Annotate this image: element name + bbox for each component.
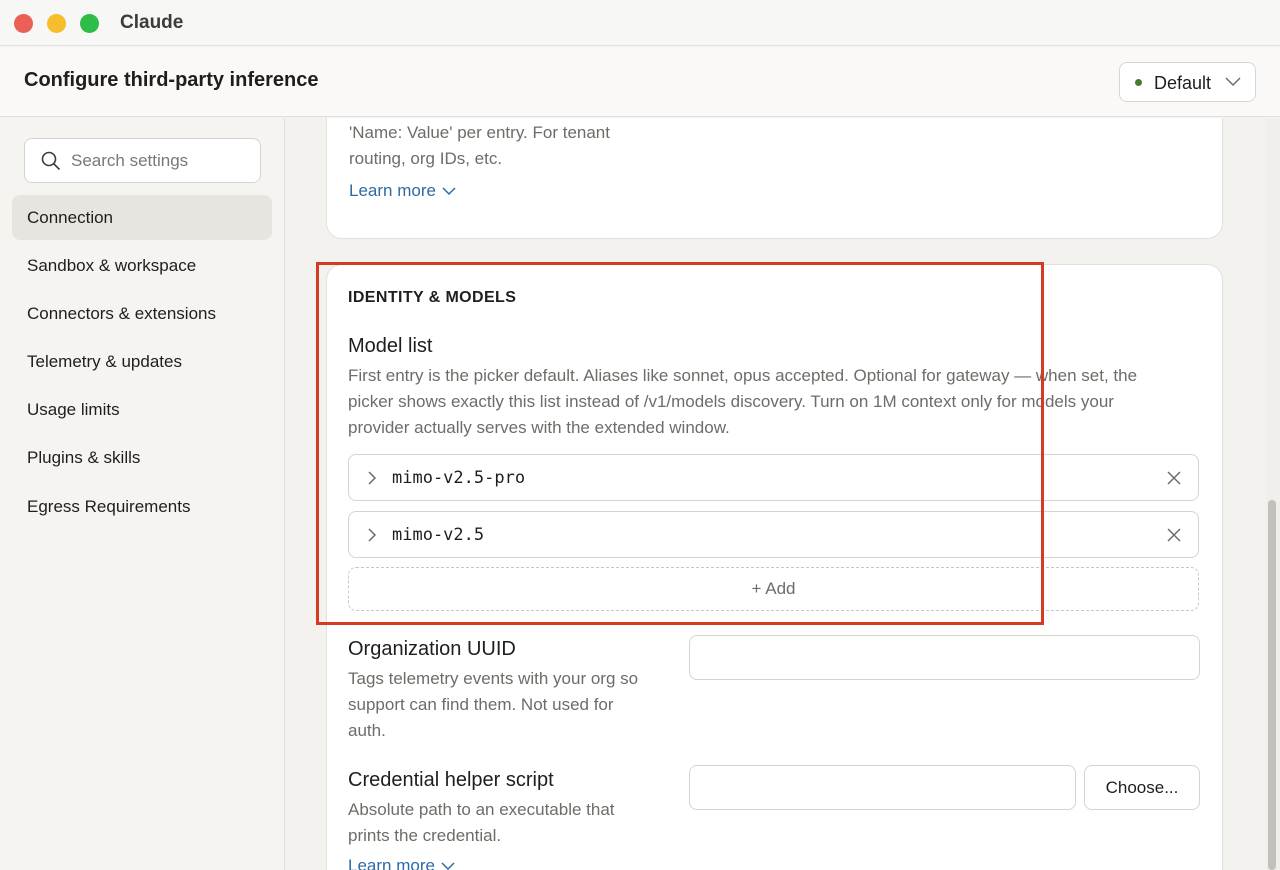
previous-field-description: 'Name: Value' per entry. For tenant rout… (349, 123, 610, 168)
settings-sidebar: Connection Sandbox & workspace Connector… (0, 118, 285, 870)
model-name: mimo-v2.5-pro (392, 468, 526, 488)
settings-content: 'Name: Value' per entry. For tenant rout… (286, 118, 1266, 870)
sidebar-item-egress-requirements[interactable]: Egress Requirements (12, 484, 272, 529)
close-window-button[interactable] (14, 14, 33, 33)
chevron-down-icon (442, 187, 456, 196)
search-box[interactable] (24, 138, 261, 183)
organization-uuid-input[interactable] (689, 635, 1200, 680)
profile-select[interactable]: Default (1119, 62, 1256, 102)
close-icon[interactable] (1167, 528, 1181, 542)
choose-file-button[interactable]: Choose... (1084, 765, 1200, 810)
maximize-window-button[interactable] (80, 14, 99, 33)
page-title: Configure third-party inference (24, 69, 319, 91)
section-heading: IDENTITY & MODELS (348, 289, 517, 306)
model-list-item[interactable]: mimo-v2.5 (348, 511, 1199, 558)
previous-settings-card: 'Name: Value' per entry. For tenant rout… (326, 118, 1223, 239)
credential-helper-description: Absolute path to an executable that prin… (348, 800, 615, 845)
learn-more-link[interactable]: Learn more (348, 856, 455, 870)
learn-more-link[interactable]: Learn more (349, 181, 456, 201)
add-model-button[interactable]: + Add (348, 567, 1199, 611)
sidebar-item-usage-limits[interactable]: Usage limits (12, 387, 272, 432)
chevron-down-icon (441, 862, 455, 870)
credential-helper-input[interactable] (689, 765, 1076, 810)
chevron-down-icon (1225, 77, 1241, 87)
model-list-title: Model list (348, 335, 433, 357)
model-list-item[interactable]: mimo-v2.5-pro (348, 454, 1199, 501)
app-title: Claude (120, 12, 184, 33)
organization-uuid-description: Tags telemetry events with your org so s… (348, 669, 639, 740)
sidebar-item-connection[interactable]: Connection (12, 195, 272, 240)
sidebar-item-sandbox-workspace[interactable]: Sandbox & workspace (12, 243, 272, 288)
window-titlebar: Claude (0, 0, 1280, 46)
organization-uuid-title: Organization UUID (348, 638, 516, 660)
search-input[interactable] (71, 148, 251, 174)
sidebar-item-telemetry-updates[interactable]: Telemetry & updates (12, 339, 272, 384)
scrollbar-thumb[interactable] (1268, 500, 1276, 870)
status-dot (1135, 79, 1142, 86)
model-list-description: First entry is the picker default. Alias… (348, 366, 1138, 437)
sidebar-item-plugins-skills[interactable]: Plugins & skills (12, 435, 272, 480)
chevron-right-icon[interactable] (367, 528, 377, 542)
close-icon[interactable] (1167, 471, 1181, 485)
page-header: Configure third-party inference Default (0, 47, 1280, 117)
search-icon (41, 151, 61, 171)
profile-select-label: Default (1154, 73, 1212, 93)
minimize-window-button[interactable] (47, 14, 66, 33)
sidebar-item-connectors-extensions[interactable]: Connectors & extensions (12, 291, 272, 336)
chevron-right-icon[interactable] (367, 471, 377, 485)
credential-helper-title: Credential helper script (348, 769, 554, 791)
model-name: mimo-v2.5 (392, 525, 485, 545)
